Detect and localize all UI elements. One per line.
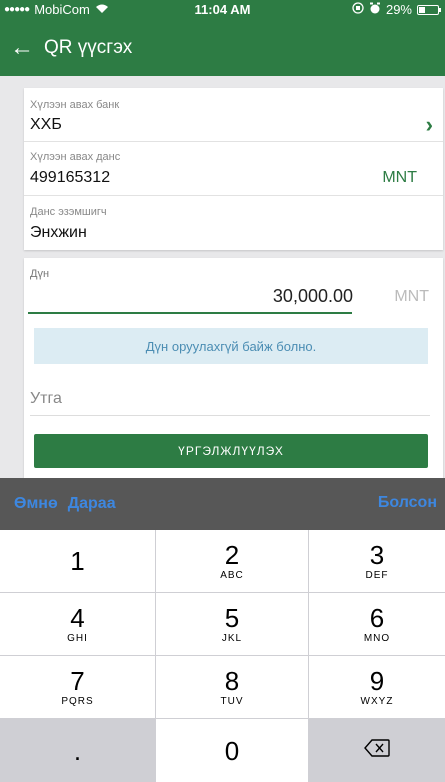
app-header: ●●●●● MobiCom 11:04 AM 29% ← QR үүсгэх [0, 0, 445, 76]
account-currency: MNT [382, 169, 417, 186]
rotation-lock-icon [352, 2, 364, 17]
key-4[interactable]: 4 GHI [0, 593, 155, 655]
bank-value: ХХБ [30, 116, 62, 133]
key-9[interactable]: 9 WXYZ [309, 656, 445, 718]
holder-row: Данс эзэмшигч Энхжин [24, 196, 443, 250]
continue-button[interactable]: ҮРГЭЛЖЛҮҮЛЭХ [34, 434, 428, 468]
app-bar: ← QR үүсгэх [0, 26, 445, 70]
amount-underline [28, 312, 352, 314]
done-button[interactable]: Болсон [378, 494, 437, 512]
key-8[interactable]: 8 TUV [156, 656, 308, 718]
alarm-icon [369, 2, 381, 17]
key-1[interactable]: 1 [0, 530, 155, 592]
backspace-icon [364, 739, 390, 762]
key-3[interactable]: 3 DEF [309, 530, 445, 592]
bank-label: Хүлээн авах банк [30, 99, 120, 111]
amount-input[interactable]: 30,000.00 [273, 286, 353, 307]
key-decimal[interactable]: . [0, 719, 155, 782]
backspace-key[interactable] [309, 719, 445, 782]
next-field-button[interactable]: Дараа [68, 495, 116, 513]
info-message: Дүн оруулахгүй байж болно. [34, 328, 428, 364]
recipient-card: Хүлээн авах банк ХХБ › Хүлээн авах данс … [24, 88, 443, 250]
keyboard-accessory-bar: Өмнө Дараа Болсон [0, 478, 445, 530]
battery-percent: 29% [385, 2, 412, 17]
key-7[interactable]: 7 PQRS [0, 656, 155, 718]
account-label: Хүлээн авах данс [30, 151, 121, 163]
form-area: Хүлээн авах банк ХХБ › Хүлээн авах данс … [0, 76, 445, 478]
amount-currency: MNT [394, 288, 429, 305]
numeric-keypad: 1 2 ABC 3 DEF 4 GHI 5 JKL 6 MNO 7 PQRS 8… [0, 530, 445, 782]
key-2[interactable]: 2 ABC [156, 530, 308, 592]
page-title: QR үүсгэх [44, 37, 133, 58]
holder-label: Данс эзэмшигч [30, 206, 107, 218]
battery-icon [417, 4, 441, 15]
status-bar: ●●●●● MobiCom 11:04 AM 29% [0, 0, 445, 20]
chevron-right-icon[interactable]: › [426, 112, 433, 138]
key-0[interactable]: 0 [156, 719, 308, 782]
key-6[interactable]: 6 MNO [309, 593, 445, 655]
previous-field-button[interactable]: Өмнө [14, 495, 58, 513]
description-input[interactable]: Утга [30, 380, 430, 416]
account-value: 499165312 [30, 169, 111, 186]
bank-row[interactable]: Хүлээн авах банк ХХБ › [24, 88, 443, 142]
account-row[interactable]: Хүлээн авах данс 499165312 MNT [24, 142, 443, 196]
amount-label: Дүн [30, 268, 50, 280]
back-arrow-icon[interactable]: ← [10, 36, 36, 60]
amount-card: Дүн 30,000.00 MNT Дүн оруулахгүй байж бо… [24, 258, 443, 478]
holder-value: Энхжин [30, 224, 87, 241]
key-5[interactable]: 5 JKL [156, 593, 308, 655]
